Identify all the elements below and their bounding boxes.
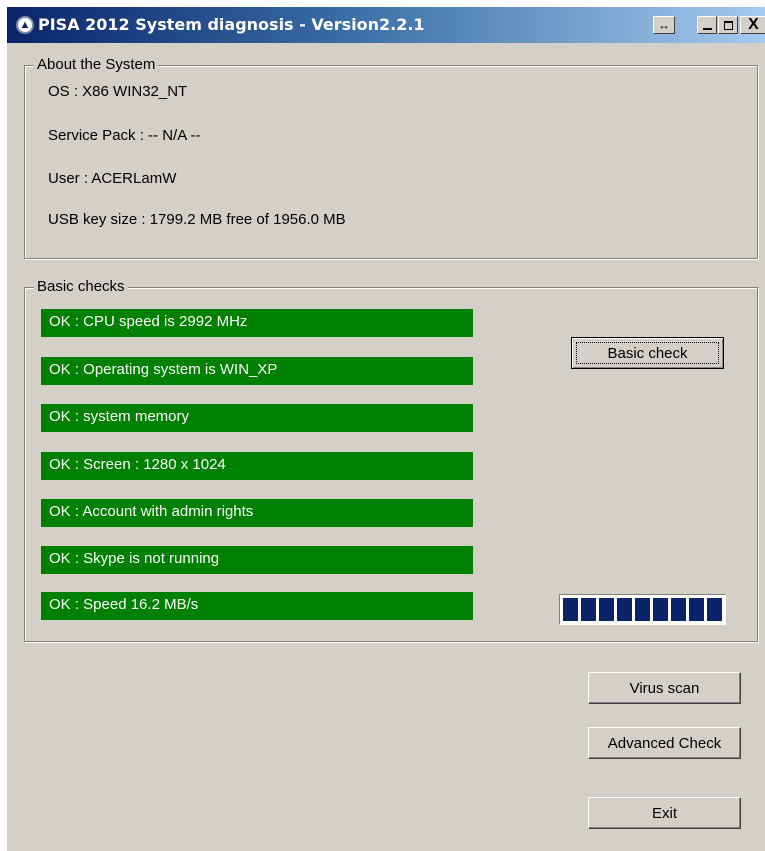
minimize-button[interactable] <box>697 16 717 34</box>
maximize-icon <box>723 20 733 30</box>
exit-button[interactable]: Exit <box>588 797 741 829</box>
title-bar[interactable]: ▲ PISA 2012 System diagnosis - Version2.… <box>7 7 765 43</box>
progress-bar <box>559 594 726 625</box>
progress-segment <box>617 598 632 621</box>
os-info: OS : X86 WIN32_NT <box>48 83 188 100</box>
progress-segment <box>563 598 578 621</box>
about-system-legend: About the System <box>34 56 159 73</box>
close-icon: X <box>748 16 759 33</box>
check-result-screen: OK : Screen : 1280 x 1024 <box>41 452 473 480</box>
service-pack-info: Service Pack : -- N/A -- <box>48 127 201 144</box>
focus-rect <box>576 342 719 364</box>
window-title: PISA 2012 System diagnosis - Version2.2.… <box>38 15 425 34</box>
progress-segment <box>599 598 614 621</box>
virus-scan-button[interactable]: Virus scan <box>588 672 741 704</box>
app-window: ▲ PISA 2012 System diagnosis - Version2.… <box>6 6 765 851</box>
check-result-os: OK : Operating system is WIN_XP <box>41 357 473 385</box>
advanced-check-button[interactable]: Advanced Check <box>588 727 741 759</box>
check-result-admin: OK : Account with admin rights <box>41 499 473 527</box>
progress-segment <box>671 598 686 621</box>
minimize-icon <box>702 28 712 30</box>
check-result-speed: OK : Speed 16.2 MB/s <box>41 592 473 620</box>
progress-segment <box>707 598 722 621</box>
resize-toggle-icon[interactable]: ↔ <box>653 16 675 34</box>
check-result-cpu: OK : CPU speed is 2992 MHz <box>41 309 473 337</box>
progress-segment <box>581 598 596 621</box>
progress-segment <box>689 598 704 621</box>
check-result-memory: OK : system memory <box>41 404 473 432</box>
progress-segment <box>653 598 668 621</box>
check-result-skype: OK : Skype is not running <box>41 546 473 574</box>
app-icon[interactable]: ▲ <box>16 16 34 34</box>
progress-segment <box>635 598 650 621</box>
maximize-button[interactable] <box>718 16 738 34</box>
basic-checks-legend: Basic checks <box>34 278 128 295</box>
user-info: User : ACERLamW <box>48 170 177 187</box>
basic-check-button[interactable]: Basic check <box>571 337 724 369</box>
close-button[interactable]: X <box>740 16 765 34</box>
usb-key-info: USB key size : 1799.2 MB free of 1956.0 … <box>48 211 346 228</box>
